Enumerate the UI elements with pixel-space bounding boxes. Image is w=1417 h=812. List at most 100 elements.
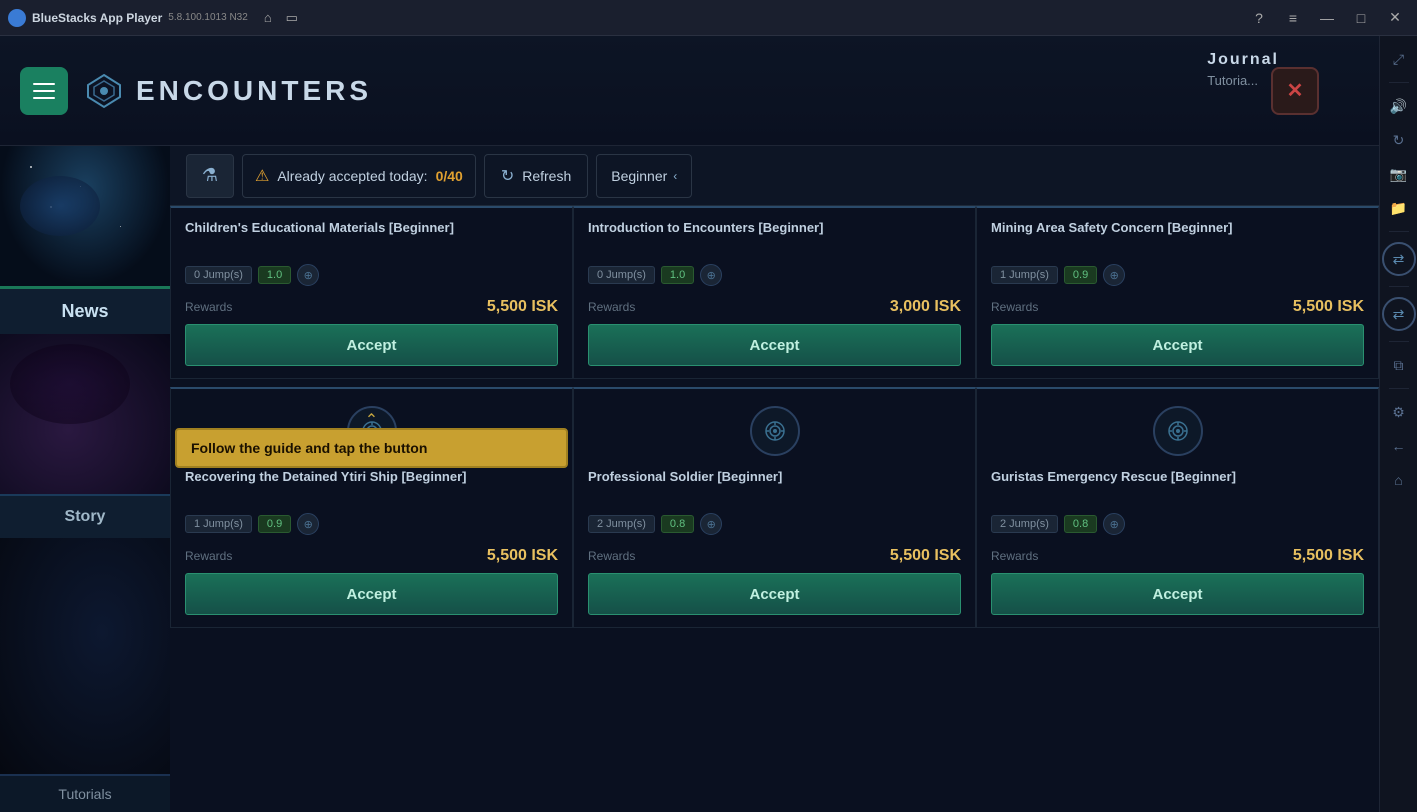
card-rewards-6: Rewards 5,500 ISK [991,547,1364,565]
tooltip-arrow: ⌃ [171,410,572,430]
encounter-card-6: Guristas Emergency Rescue [Beginner] 2 J… [976,387,1379,628]
game-area: ENCOUNTERS Journal Tutoria... ✕ [0,36,1379,812]
app-body: ENCOUNTERS Journal Tutoria... ✕ [0,36,1417,812]
accept-button-3[interactable]: Accept [991,324,1364,366]
card-jumps-6: 2 Jump(s) [991,515,1058,533]
cards-row-1: Children's Educational Materials [Beginn… [170,206,1379,379]
rotate-icon[interactable]: ↻ [1384,125,1414,155]
accept-button-4[interactable]: Accept [185,573,558,615]
card-badges-5: 2 Jump(s) 0.8 ⊕ [588,513,961,535]
card-rewards-2: Rewards 3,000 ISK [588,298,961,316]
card-jumps-3: 1 Jump(s) [991,266,1058,284]
encounter-card-2: Introduction to Encounters [Beginner] 0 … [573,206,976,379]
share-icon-2[interactable]: ⇄ [1382,297,1416,331]
minimize-button[interactable]: — [1313,8,1341,28]
card-jumps-2: 0 Jump(s) [588,266,655,284]
app-version: 5.8.100.1013 N32 [168,12,248,23]
encounter-card-1: Children's Educational Materials [Beginn… [170,206,573,379]
news-nav-item[interactable]: News [0,286,170,334]
card-info-icon-3[interactable]: ⊕ [1103,264,1125,286]
card-security-6: 0.8 [1064,515,1097,533]
rewards-label-1: Rewards [185,300,232,314]
refresh-button[interactable]: ↻ Refresh [484,154,588,198]
encounters-logo-icon [84,71,124,111]
card-info-icon-6[interactable]: ⊕ [1103,513,1125,535]
card-rewards-1: Rewards 5,500 ISK [185,298,558,316]
card-badges-6: 2 Jump(s) 0.8 ⊕ [991,513,1364,535]
tooltip-overlay-1: ⌃ Follow the guide and tap the button [171,410,572,468]
story-nav-item[interactable]: Story [0,494,170,538]
accepted-text: Already accepted today: [277,168,427,184]
accept-button-6[interactable]: Accept [991,573,1364,615]
folder-icon[interactable]: 📁 [1384,193,1414,223]
home-icon[interactable]: ⌂ [258,8,278,28]
refresh-label: Refresh [522,168,571,184]
game-logo: ENCOUNTERS [84,71,372,111]
tutorials-nav-item[interactable]: Tutorials [0,774,170,812]
card-jumps-1: 0 Jump(s) [185,266,252,284]
menu-button[interactable]: ≡ [1279,8,1307,28]
right-sidebar: ⤢ 🔊 ↻ 📷 📁 ⇄ ⇄ ⧉ ⚙ ← ⌂ [1379,36,1417,812]
card-badges-3: 1 Jump(s) 0.9 ⊕ [991,264,1364,286]
game-close-button[interactable]: ✕ [1271,67,1319,115]
cards-container: Children's Educational Materials [Beginn… [170,206,1379,812]
card-rewards-3: Rewards 5,500 ISK [991,298,1364,316]
news-label: News [61,301,108,321]
card-jumps-4: 1 Jump(s) [185,515,252,533]
card-info-icon-5[interactable]: ⊕ [700,513,722,535]
card-title-3: Mining Area Safety Concern [Beginner] [991,220,1364,256]
window-close-button[interactable]: ✕ [1381,8,1409,28]
left-panel: News Story Tutorials [0,146,170,812]
card-title-2: Introduction to Encounters [Beginner] [588,220,961,256]
arrow-left-icon[interactable]: ← [1384,431,1414,461]
layers-icon[interactable]: ⧉ [1384,350,1414,380]
card-security-5: 0.8 [661,515,694,533]
accept-button-1[interactable]: Accept [185,324,558,366]
news-image [0,146,170,286]
expand-icon[interactable]: ⤢ [1384,44,1414,74]
card-info-icon-4[interactable]: ⊕ [297,513,319,535]
card-title-1: Children's Educational Materials [Beginn… [185,220,558,256]
rewards-value-5: 5,500 ISK [890,547,961,565]
settings-gear-icon[interactable]: ⚙ [1384,397,1414,427]
titlebar-icons: ⌂ ▭ [258,8,302,28]
rewards-label-4: Rewards [185,549,232,563]
game-title: ENCOUNTERS [136,75,372,107]
tutorial-label: Tutoria... [1207,73,1279,88]
difficulty-label: Beginner [611,168,667,184]
share-icon-1[interactable]: ⇄ [1382,242,1416,276]
rewards-value-1: 5,500 ISK [487,298,558,316]
game-content: News Story Tutorials [0,146,1379,812]
accepted-info: ⚠ Already accepted today: 0/40 [242,154,476,198]
difficulty-button[interactable]: Beginner ‹ [596,154,692,198]
card-title-6: Guristas Emergency Rescue [Beginner] [991,469,1364,505]
screenshot-icon[interactable]: 📷 [1384,159,1414,189]
encounter-card-5: Professional Soldier [Beginner] 2 Jump(s… [573,387,976,628]
filter-icon: ⚗ [202,165,218,186]
game-header: ENCOUNTERS Journal Tutoria... ✕ [0,36,1379,146]
home-game-icon[interactable]: ⌂ [1384,465,1414,495]
volume-icon[interactable]: 🔊 [1384,91,1414,121]
rewards-value-2: 3,000 ISK [890,298,961,316]
accept-button-2[interactable]: Accept [588,324,961,366]
filter-button[interactable]: ⚗ [186,154,234,198]
card-info-icon-1[interactable]: ⊕ [297,264,319,286]
card-circle-6 [1153,406,1203,456]
card-info-icon-2[interactable]: ⊕ [700,264,722,286]
maximize-button[interactable]: □ [1347,8,1375,28]
story-image [0,334,170,494]
card-icon-area-5 [588,401,961,461]
accept-button-5[interactable]: Accept [588,573,961,615]
card-security-3: 0.9 [1064,266,1097,284]
windows-icon[interactable]: ▭ [282,8,302,28]
card-jumps-5: 2 Jump(s) [588,515,655,533]
chevron-left-icon: ‹ [673,169,677,183]
tooltip-box: Follow the guide and tap the button [175,428,568,468]
card-rewards-4: Rewards 5,500 ISK [185,547,558,565]
rewards-value-3: 5,500 ISK [1293,298,1364,316]
app-name: BlueStacks App Player [32,11,162,25]
card-security-1: 1.0 [258,266,291,284]
tutorials-label: Tutorials [58,786,111,802]
help-button[interactable]: ? [1245,8,1273,28]
menu-hamburger-button[interactable] [20,67,68,115]
